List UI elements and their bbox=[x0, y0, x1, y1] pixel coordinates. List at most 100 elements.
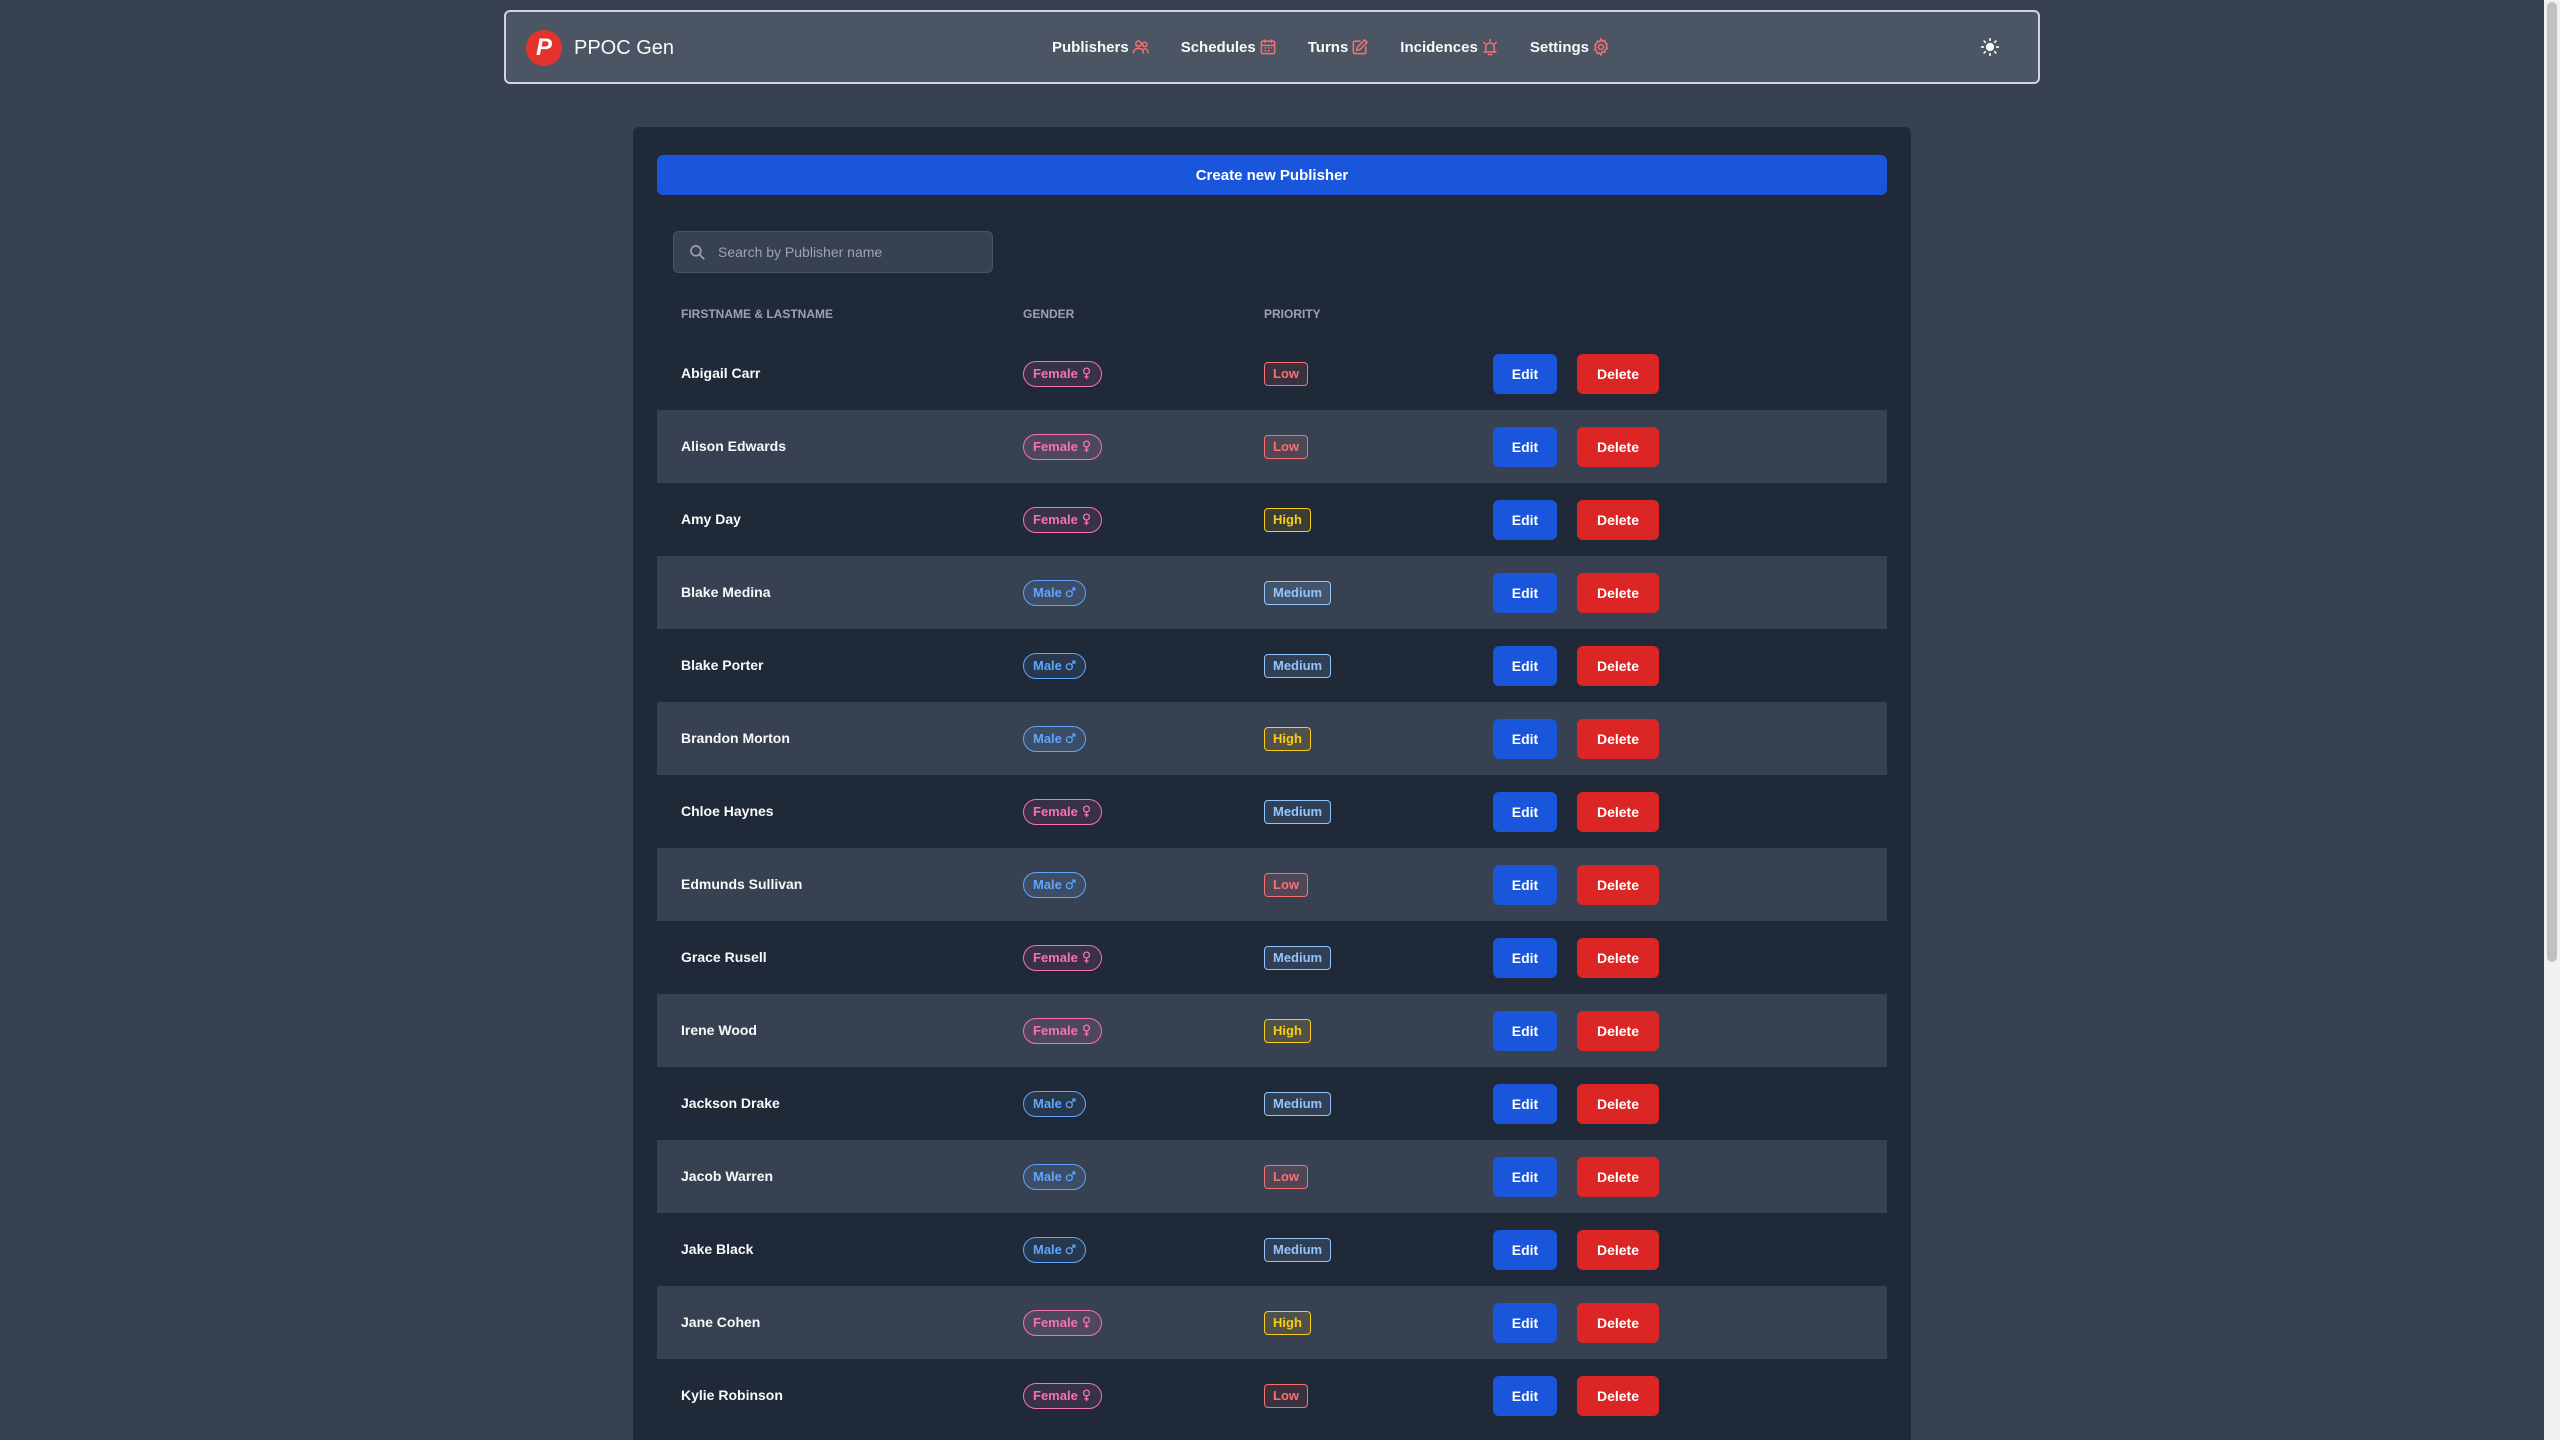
table-row: Chloe Haynes Female Medium Edit Delete bbox=[657, 775, 1887, 848]
priority-badge: Medium bbox=[1264, 653, 1332, 678]
edit-button[interactable]: Edit bbox=[1493, 1302, 1557, 1343]
table-row: Alison Edwards Female Low Edit Delete bbox=[657, 410, 1887, 483]
publishers-panel: Create new Publisher Firstname & Lastnam… bbox=[633, 127, 1911, 1440]
edit-button[interactable]: Edit bbox=[1493, 426, 1557, 467]
publisher-name: Brandon Morton bbox=[681, 729, 790, 746]
delete-button[interactable]: Delete bbox=[1577, 1156, 1659, 1197]
nav-publishers[interactable]: Publishers bbox=[1052, 37, 1151, 57]
priority-cell: Low bbox=[1264, 1383, 1493, 1408]
gender-label: Male bbox=[1033, 1241, 1062, 1257]
sun-icon[interactable] bbox=[1980, 37, 2000, 57]
edit-button[interactable]: Edit bbox=[1493, 645, 1557, 686]
edit-button[interactable]: Edit bbox=[1493, 937, 1557, 978]
table-row: Brandon Morton Male High Edit Delete bbox=[657, 702, 1887, 775]
gender-cell: Female bbox=[1023, 506, 1264, 533]
nav-links: Publishers Schedules Turns Incidences Se… bbox=[1052, 12, 1611, 82]
delete-button[interactable]: Delete bbox=[1577, 645, 1659, 686]
table-row: Irene Wood Female High Edit Delete bbox=[657, 994, 1887, 1067]
publisher-name-cell: Blake Porter bbox=[657, 657, 1023, 675]
female-icon bbox=[1082, 513, 1090, 526]
delete-button[interactable]: Delete bbox=[1577, 1302, 1659, 1343]
delete-button[interactable]: Delete bbox=[1577, 353, 1659, 394]
actions-cell: Edit Delete bbox=[1493, 1375, 1659, 1416]
gender-badge: Male bbox=[1023, 1236, 1086, 1263]
priority-badge: High bbox=[1264, 507, 1311, 532]
priority-badge: Medium bbox=[1264, 1237, 1332, 1262]
publisher-name-cell: Amy Day bbox=[657, 511, 1023, 529]
gender-cell: Female bbox=[1023, 1017, 1264, 1044]
edit-button[interactable]: Edit bbox=[1493, 791, 1557, 832]
priority-badge: Medium bbox=[1264, 580, 1332, 605]
female-icon bbox=[1082, 1316, 1090, 1329]
table-row: Jake Black Male Medium Edit Delete bbox=[657, 1213, 1887, 1286]
nav-settings[interactable]: Settings bbox=[1530, 37, 1611, 57]
nav-incidences[interactable]: Incidences bbox=[1400, 37, 1500, 57]
priority-cell: High bbox=[1264, 507, 1493, 532]
table-row: Blake Porter Male Medium Edit Delete bbox=[657, 629, 1887, 702]
search-box[interactable] bbox=[673, 231, 993, 273]
create-publisher-button[interactable]: Create new Publisher bbox=[657, 155, 1887, 195]
delete-button[interactable]: Delete bbox=[1577, 718, 1659, 759]
delete-button[interactable]: Delete bbox=[1577, 791, 1659, 832]
table-row: Blake Medina Male Medium Edit Delete bbox=[657, 556, 1887, 629]
gender-label: Female bbox=[1033, 1387, 1078, 1403]
delete-button[interactable]: Delete bbox=[1577, 1010, 1659, 1051]
actions-cell: Edit Delete bbox=[1493, 499, 1659, 540]
male-icon bbox=[1065, 1244, 1076, 1255]
page-scrollbar[interactable] bbox=[2544, 0, 2560, 1440]
gender-cell: Female bbox=[1023, 944, 1264, 971]
delete-button[interactable]: Delete bbox=[1577, 937, 1659, 978]
delete-button[interactable]: Delete bbox=[1577, 426, 1659, 467]
publisher-name: Jane Cohen bbox=[681, 1313, 761, 1330]
edit-button[interactable]: Edit bbox=[1493, 1229, 1557, 1270]
nav-incidences-label: Incidences bbox=[1400, 38, 1478, 56]
delete-button[interactable]: Delete bbox=[1577, 499, 1659, 540]
edit-button[interactable]: Edit bbox=[1493, 864, 1557, 905]
gender-badge: Male bbox=[1023, 1163, 1086, 1190]
actions-cell: Edit Delete bbox=[1493, 864, 1659, 905]
priority-cell: Medium bbox=[1264, 799, 1493, 824]
edit-button[interactable]: Edit bbox=[1493, 1375, 1557, 1416]
priority-badge: Low bbox=[1264, 1164, 1308, 1189]
edit-button[interactable]: Edit bbox=[1493, 1010, 1557, 1051]
table-row: Amy Day Female High Edit Delete bbox=[657, 483, 1887, 556]
publisher-name: Amy Day bbox=[681, 510, 741, 527]
nav-schedules[interactable]: Schedules bbox=[1181, 37, 1278, 57]
delete-button[interactable]: Delete bbox=[1577, 1229, 1659, 1270]
publisher-name: Grace Rusell bbox=[681, 948, 767, 965]
brand[interactable]: P PPOC Gen bbox=[526, 30, 674, 66]
edit-button[interactable]: Edit bbox=[1493, 499, 1557, 540]
nav-turns[interactable]: Turns bbox=[1308, 37, 1371, 57]
gender-label: Female bbox=[1033, 438, 1078, 454]
header-priority: Priority bbox=[1264, 307, 1321, 321]
female-icon bbox=[1082, 1389, 1090, 1402]
female-icon bbox=[1082, 440, 1090, 453]
edit-button[interactable]: Edit bbox=[1493, 1083, 1557, 1124]
gender-label: Female bbox=[1033, 365, 1078, 381]
delete-button[interactable]: Delete bbox=[1577, 864, 1659, 905]
gender-label: Male bbox=[1033, 584, 1062, 600]
priority-cell: Low bbox=[1264, 434, 1493, 459]
delete-button[interactable]: Delete bbox=[1577, 572, 1659, 613]
priority-cell: Medium bbox=[1264, 1091, 1493, 1116]
publisher-name: Jackson Drake bbox=[681, 1094, 780, 1111]
delete-button[interactable]: Delete bbox=[1577, 1375, 1659, 1416]
edit-button[interactable]: Edit bbox=[1493, 353, 1557, 394]
edit-button[interactable]: Edit bbox=[1493, 572, 1557, 613]
actions-cell: Edit Delete bbox=[1493, 1302, 1659, 1343]
gender-cell: Female bbox=[1023, 360, 1264, 387]
priority-cell: Medium bbox=[1264, 945, 1493, 970]
search-input[interactable] bbox=[716, 243, 976, 261]
publisher-name: Jacob Warren bbox=[681, 1167, 774, 1184]
publisher-name-cell: Kylie Robinson bbox=[657, 1387, 1023, 1405]
actions-cell: Edit Delete bbox=[1493, 353, 1659, 394]
edit-button[interactable]: Edit bbox=[1493, 1156, 1557, 1197]
gender-label: Male bbox=[1033, 1095, 1062, 1111]
table-row: Jacob Warren Male Low Edit Delete bbox=[657, 1140, 1887, 1213]
scrollbar-thumb[interactable] bbox=[2547, 2, 2557, 962]
delete-button[interactable]: Delete bbox=[1577, 1083, 1659, 1124]
female-icon bbox=[1082, 367, 1090, 380]
priority-badge: Medium bbox=[1264, 945, 1332, 970]
edit-button[interactable]: Edit bbox=[1493, 718, 1557, 759]
gender-label: Female bbox=[1033, 511, 1078, 527]
